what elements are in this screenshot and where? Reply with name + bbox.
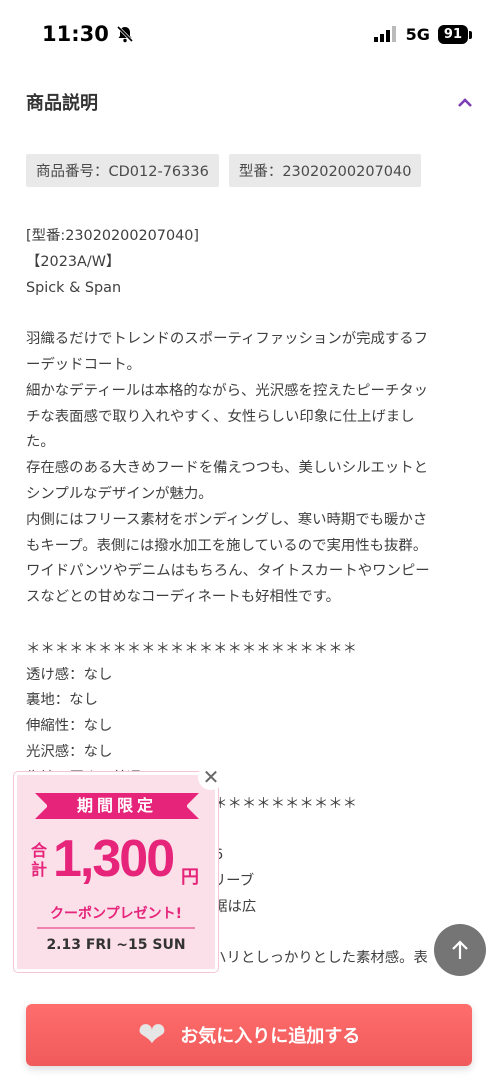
description-line: ＊＊＊＊＊＊＊＊＊＊＊＊＊＊＊＊＊＊＊＊＊＊＊ (26, 640, 357, 657)
status-time: 11:30 (42, 22, 135, 46)
description-line: 裏地：なし (26, 692, 98, 709)
description-line: 透け感：なし (26, 666, 113, 683)
description-section-header[interactable]: 商品説明 (26, 82, 474, 122)
description-line: 内側にはフリース素材をボンディングし、寒い時期でも暖かさ (26, 511, 428, 528)
promo-unit: 円 (181, 867, 199, 888)
model-number-tag: 型番：23020200207040 (228, 154, 422, 187)
promo-amount: 1,300 (53, 830, 175, 888)
promo-subtitle: クーポンプレゼント! (50, 906, 182, 922)
add-to-favorites-button[interactable]: ❤ お気に入りに追加する (26, 1004, 472, 1066)
bell-muted-icon (116, 25, 133, 43)
description-line: 羽織るだけでトレンドのスポーティファッションが完成するフ (26, 331, 429, 348)
section-title: 商品説明 (26, 93, 98, 114)
promo-badge: 期間限定 (35, 793, 199, 819)
description-line: 存在感のある大きめフードを備えつつも、美しいシルエットと (26, 460, 429, 477)
description-line: た。 (26, 434, 55, 451)
promo-prefix: 合計 (31, 841, 48, 879)
status-bar: 11:30 5G 91 (0, 0, 500, 68)
description-line: シンプルなデザインが魅力。 (26, 485, 213, 502)
promo-divider (37, 927, 195, 929)
product-tags: 商品番号：CD012-76336 型番：23020200207040 (26, 154, 422, 187)
signal-icon (373, 26, 396, 42)
product-number-tag: 商品番号：CD012-76336 (26, 154, 219, 187)
description-line: Spick & Span (26, 279, 122, 296)
promo-close-icon[interactable]: ✕ (198, 764, 224, 790)
arrow-up-icon (452, 940, 468, 959)
description-line: ーデッドコート。 (26, 356, 141, 373)
description-line: ワイドパンツやデニムはもちろん、タイトスカートやワンピー (26, 563, 430, 580)
heart-icon: ❤ (137, 1015, 167, 1055)
description-line: 細かなデティールは本格的ながら、光沢感を控えたピーチタッ (26, 382, 429, 399)
network-type: 5G (405, 24, 430, 44)
description-line: 伸縮性：なし (26, 718, 113, 735)
promo-dates: 2.13 FRI ~15 SUN (46, 937, 186, 953)
battery-level: 91 (437, 24, 473, 44)
description-line: 【2023A/W】 (26, 253, 121, 270)
coupon-promo-banner[interactable]: 期間限定 合計 1,300 円 クーポンプレゼント! 2.13 FRI ~15 … (14, 772, 218, 972)
scroll-to-top-button[interactable] (434, 924, 486, 976)
description-line: 光沢感：なし (26, 743, 113, 760)
description-line: チな表面感で取り入れやすく、女性らしい印象に仕上げまし (26, 408, 415, 425)
add-to-favorites-label: お気に入りに追加する (180, 1026, 361, 1047)
chevron-up-icon[interactable] (456, 96, 474, 108)
description-line: [型番:23020200207040] (26, 228, 200, 244)
description-line: もキープ。表側には撥水加工を施しているので実用性も抜群。 (26, 537, 428, 554)
description-line: スなどとの甘めなコーディネートも好相性です。 (26, 589, 341, 606)
